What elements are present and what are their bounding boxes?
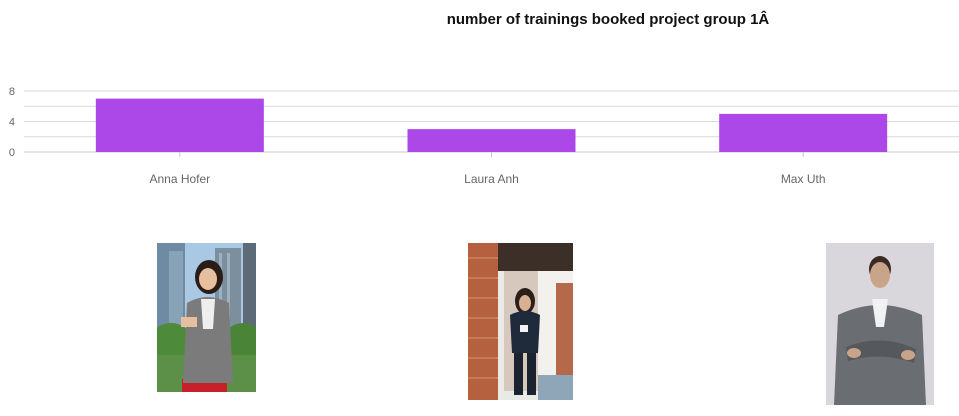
portrait-photo-laura-anh [468,243,573,400]
x-tick-label: Max Uth [781,172,826,186]
x-axis-ticks: Anna Hofer Laura Anh Max Uth [149,152,826,186]
x-tick-label: Laura Anh [464,172,519,186]
x-tick-label: Anna Hofer [149,172,210,186]
y-tick-label: 0 [9,147,15,159]
bar[interactable] [719,113,888,152]
bar[interactable] [407,129,576,152]
y-tick-label: 4 [9,117,15,129]
y-tick-label: 8 [9,86,15,98]
portrait-photo-max-uth [826,243,934,405]
y-axis-ticks: 0 4 8 [9,86,15,159]
bar-chart: 0 4 8 Anna Hofer Laura Anh Max Uth [9,86,959,186]
bar[interactable] [95,98,264,152]
portrait-photo-anna-hofer [157,243,256,392]
